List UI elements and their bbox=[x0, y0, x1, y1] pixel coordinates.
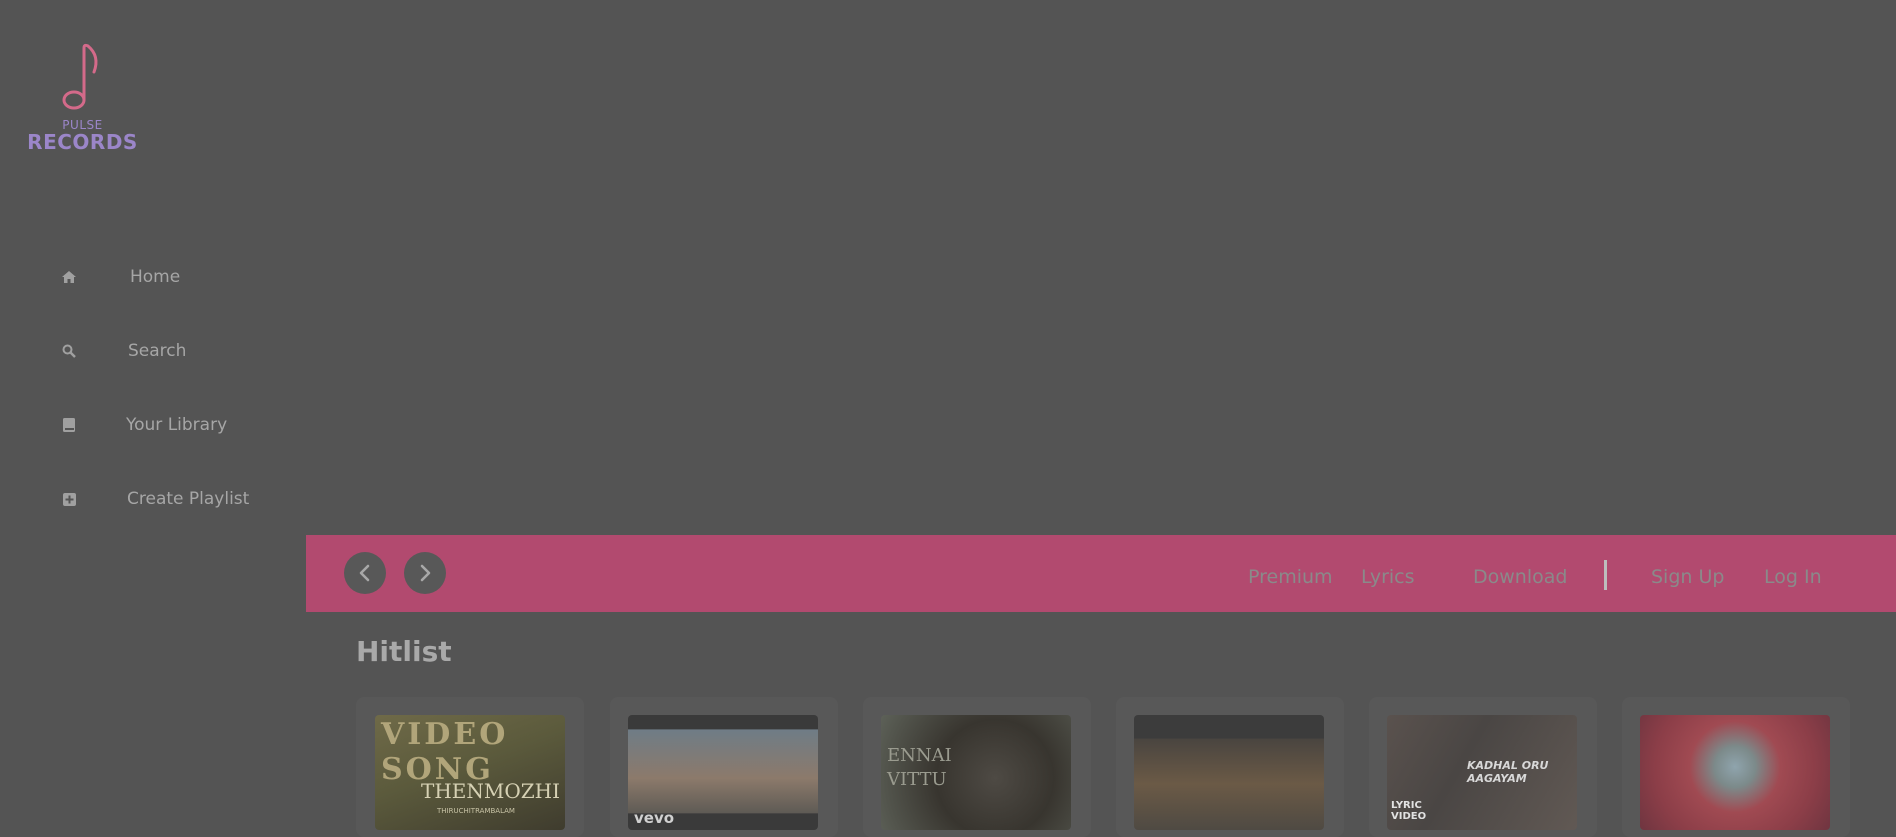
thumbnail-caption: VITTU bbox=[887, 769, 947, 790]
premium-link[interactable]: Premium bbox=[1248, 566, 1333, 588]
pulse-records-logo[interactable]: PULSE RECORDS bbox=[20, 42, 145, 154]
lyrics-link[interactable]: Lyrics bbox=[1361, 566, 1415, 588]
sidebar-item-label: Your Library bbox=[126, 415, 228, 435]
song-thumbnail[interactable]: KADHAL ORU AAGAYAM LYRIC VIDEO bbox=[1387, 715, 1577, 830]
chevron-right-icon bbox=[420, 564, 431, 582]
song-thumbnail[interactable]: ENNAI VITTU bbox=[881, 715, 1071, 830]
song-thumbnail[interactable]: vevo bbox=[628, 715, 818, 830]
thumbnail-caption: VIDEO SONG bbox=[381, 717, 509, 787]
song-thumbnail[interactable] bbox=[1640, 715, 1830, 830]
logo-title: RECORDS bbox=[27, 130, 138, 154]
sidebar-item-label: Search bbox=[128, 341, 187, 361]
song-thumbnail[interactable] bbox=[1134, 715, 1324, 830]
sidebar-item-create-playlist[interactable]: Create Playlist bbox=[62, 487, 249, 511]
song-thumbnail[interactable]: VIDEO SONG THENMOZHI THIRUCHITRAMBALAM bbox=[375, 715, 565, 830]
back-button[interactable] bbox=[344, 552, 386, 594]
thumbnail-caption: THENMOZHI bbox=[421, 779, 560, 803]
sidebar-item-label: Home bbox=[130, 267, 181, 287]
plus-square-icon bbox=[62, 492, 76, 506]
music-note-icon bbox=[62, 43, 98, 110]
home-icon bbox=[62, 270, 76, 284]
thumbnail-caption: LYRIC VIDEO bbox=[1391, 800, 1427, 822]
thumbnail-caption: vevo bbox=[634, 809, 675, 827]
book-icon bbox=[62, 418, 76, 432]
sidebar-item-label: Create Playlist bbox=[127, 489, 250, 509]
log-in-link[interactable]: Log In bbox=[1764, 566, 1822, 588]
download-link[interactable]: Download bbox=[1473, 566, 1567, 588]
thumbnail-caption: THIRUCHITRAMBALAM bbox=[437, 807, 515, 815]
sign-up-link[interactable]: Sign Up bbox=[1651, 566, 1724, 588]
sidebar-item-search[interactable]: Search bbox=[62, 339, 186, 363]
thumbnail-caption: ENNAI bbox=[887, 745, 952, 766]
chevron-left-icon bbox=[359, 564, 370, 582]
sidebar-item-your-library[interactable]: Your Library bbox=[62, 413, 227, 437]
search-icon bbox=[62, 344, 76, 358]
forward-button[interactable] bbox=[404, 552, 446, 594]
section-title-hitlist: Hitlist bbox=[356, 635, 452, 668]
nav-divider bbox=[1604, 560, 1607, 590]
sidebar-item-home[interactable]: Home bbox=[62, 265, 180, 289]
thumbnail-caption: KADHAL ORU AAGAYAM bbox=[1467, 759, 1549, 785]
